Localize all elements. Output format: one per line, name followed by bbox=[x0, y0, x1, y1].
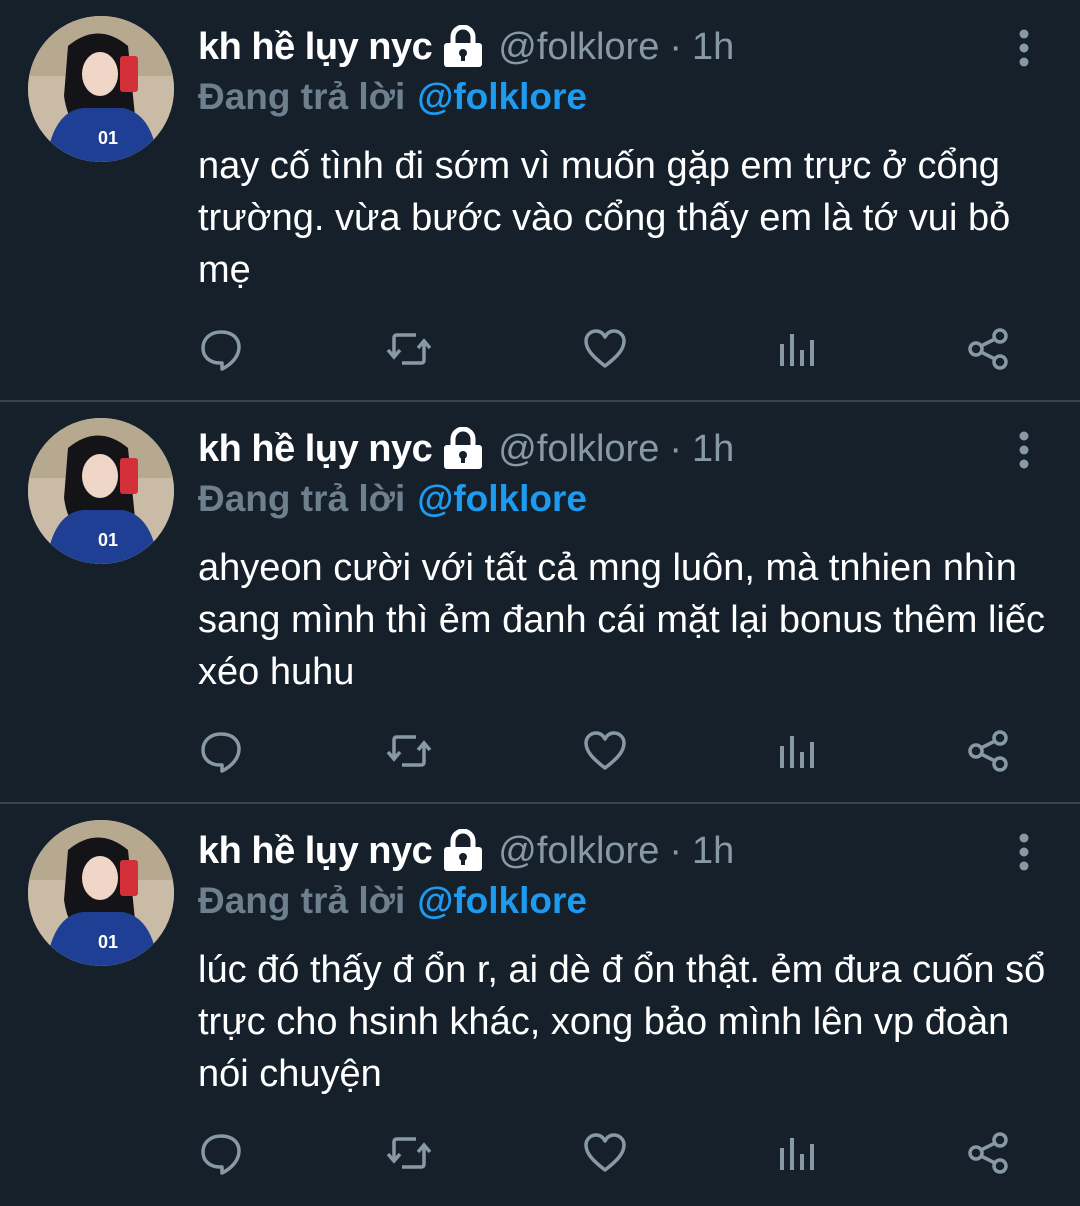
tweet-text: ahyeon cười với tất cả mng luôn, mà tnhi… bbox=[198, 547, 1046, 693]
replying-to: Đang trả lời @folklore bbox=[198, 880, 587, 922]
tweet-header: kh hề lụy nyc @folklore · 1h bbox=[198, 424, 734, 474]
timestamp[interactable]: 1h bbox=[692, 428, 734, 471]
share-icon[interactable] bbox=[966, 728, 1012, 774]
replying-prefix: Đang trả lời bbox=[198, 478, 406, 519]
display-name[interactable]: kh hề lụy nyc bbox=[198, 26, 433, 69]
svg-text:01: 01 bbox=[98, 932, 118, 952]
stats-icon[interactable] bbox=[774, 326, 820, 372]
tweet[interactable]: 01 kh hề lụy nyc @folklore · 1h Đang trả… bbox=[0, 804, 1080, 1206]
avatar-image: 01 bbox=[28, 820, 174, 966]
more-icon[interactable] bbox=[1012, 832, 1036, 872]
tweet-header: kh hề lụy nyc @folklore · 1h bbox=[198, 826, 734, 876]
separator-dot: · bbox=[669, 427, 682, 470]
like-icon[interactable] bbox=[582, 728, 628, 774]
avatar[interactable]: 01 bbox=[28, 16, 174, 162]
tweet[interactable]: 01 kh hề lụy nyc @folklore · 1h Đang trả… bbox=[0, 402, 1080, 804]
tweet[interactable]: 01 kh hề lụy nyc @folklore · 1h Đang trả… bbox=[0, 0, 1080, 402]
more-icon[interactable] bbox=[1012, 28, 1036, 68]
stats-icon[interactable] bbox=[774, 728, 820, 774]
display-name[interactable]: kh hề lụy nyc bbox=[198, 428, 433, 471]
avatar-image: 01 bbox=[28, 16, 174, 162]
stats-icon[interactable] bbox=[774, 1130, 820, 1176]
more-icon[interactable] bbox=[1012, 430, 1036, 470]
lock-icon bbox=[440, 426, 486, 471]
mention-link[interactable]: @folklore bbox=[417, 76, 587, 117]
reply-icon[interactable] bbox=[198, 728, 244, 774]
mention-link[interactable]: @folklore bbox=[417, 478, 587, 519]
replying-prefix: Đang trả lời bbox=[198, 880, 406, 921]
like-icon[interactable] bbox=[582, 1130, 628, 1176]
separator-dot: · bbox=[669, 25, 682, 68]
user-handle[interactable]: @folklore bbox=[498, 428, 659, 471]
timestamp[interactable]: 1h bbox=[692, 830, 734, 873]
timestamp[interactable]: 1h bbox=[692, 26, 734, 69]
share-icon[interactable] bbox=[966, 1130, 1012, 1176]
tweet-text: lúc đó thấy đ ổn r, ai dè đ ổn thật. ẻm … bbox=[198, 949, 1046, 1095]
svg-text:01: 01 bbox=[98, 530, 118, 550]
action-bar bbox=[198, 1130, 1018, 1176]
user-handle[interactable]: @folklore bbox=[498, 830, 659, 873]
user-handle[interactable]: @folklore bbox=[498, 26, 659, 69]
mention-link[interactable]: @folklore bbox=[417, 880, 587, 921]
avatar[interactable]: 01 bbox=[28, 418, 174, 564]
reply-icon[interactable] bbox=[198, 326, 244, 372]
replying-prefix: Đang trả lời bbox=[198, 76, 406, 117]
tweet-thread: 01 kh hề lụy nyc @folklore · 1h Đang trả… bbox=[0, 0, 1080, 1206]
like-icon[interactable] bbox=[582, 326, 628, 372]
display-name[interactable]: kh hề lụy nyc bbox=[198, 830, 433, 873]
retweet-icon[interactable] bbox=[386, 1130, 432, 1176]
lock-icon bbox=[440, 828, 486, 873]
tweet-text: nay cố tình đi sớm vì muốn gặp em trực ở… bbox=[198, 145, 1011, 291]
separator-dot: · bbox=[669, 829, 682, 872]
tweet-header: kh hề lụy nyc @folklore · 1h bbox=[198, 22, 734, 72]
replying-to: Đang trả lời @folklore bbox=[198, 478, 587, 520]
svg-text:01: 01 bbox=[98, 128, 118, 148]
retweet-icon[interactable] bbox=[386, 728, 432, 774]
avatar[interactable]: 01 bbox=[28, 820, 174, 966]
action-bar bbox=[198, 728, 1018, 774]
reply-icon[interactable] bbox=[198, 1130, 244, 1176]
lock-icon bbox=[440, 24, 486, 69]
avatar-image: 01 bbox=[28, 418, 174, 564]
retweet-icon[interactable] bbox=[386, 326, 432, 372]
action-bar bbox=[198, 326, 1018, 372]
share-icon[interactable] bbox=[966, 326, 1012, 372]
replying-to: Đang trả lời @folklore bbox=[198, 76, 587, 118]
